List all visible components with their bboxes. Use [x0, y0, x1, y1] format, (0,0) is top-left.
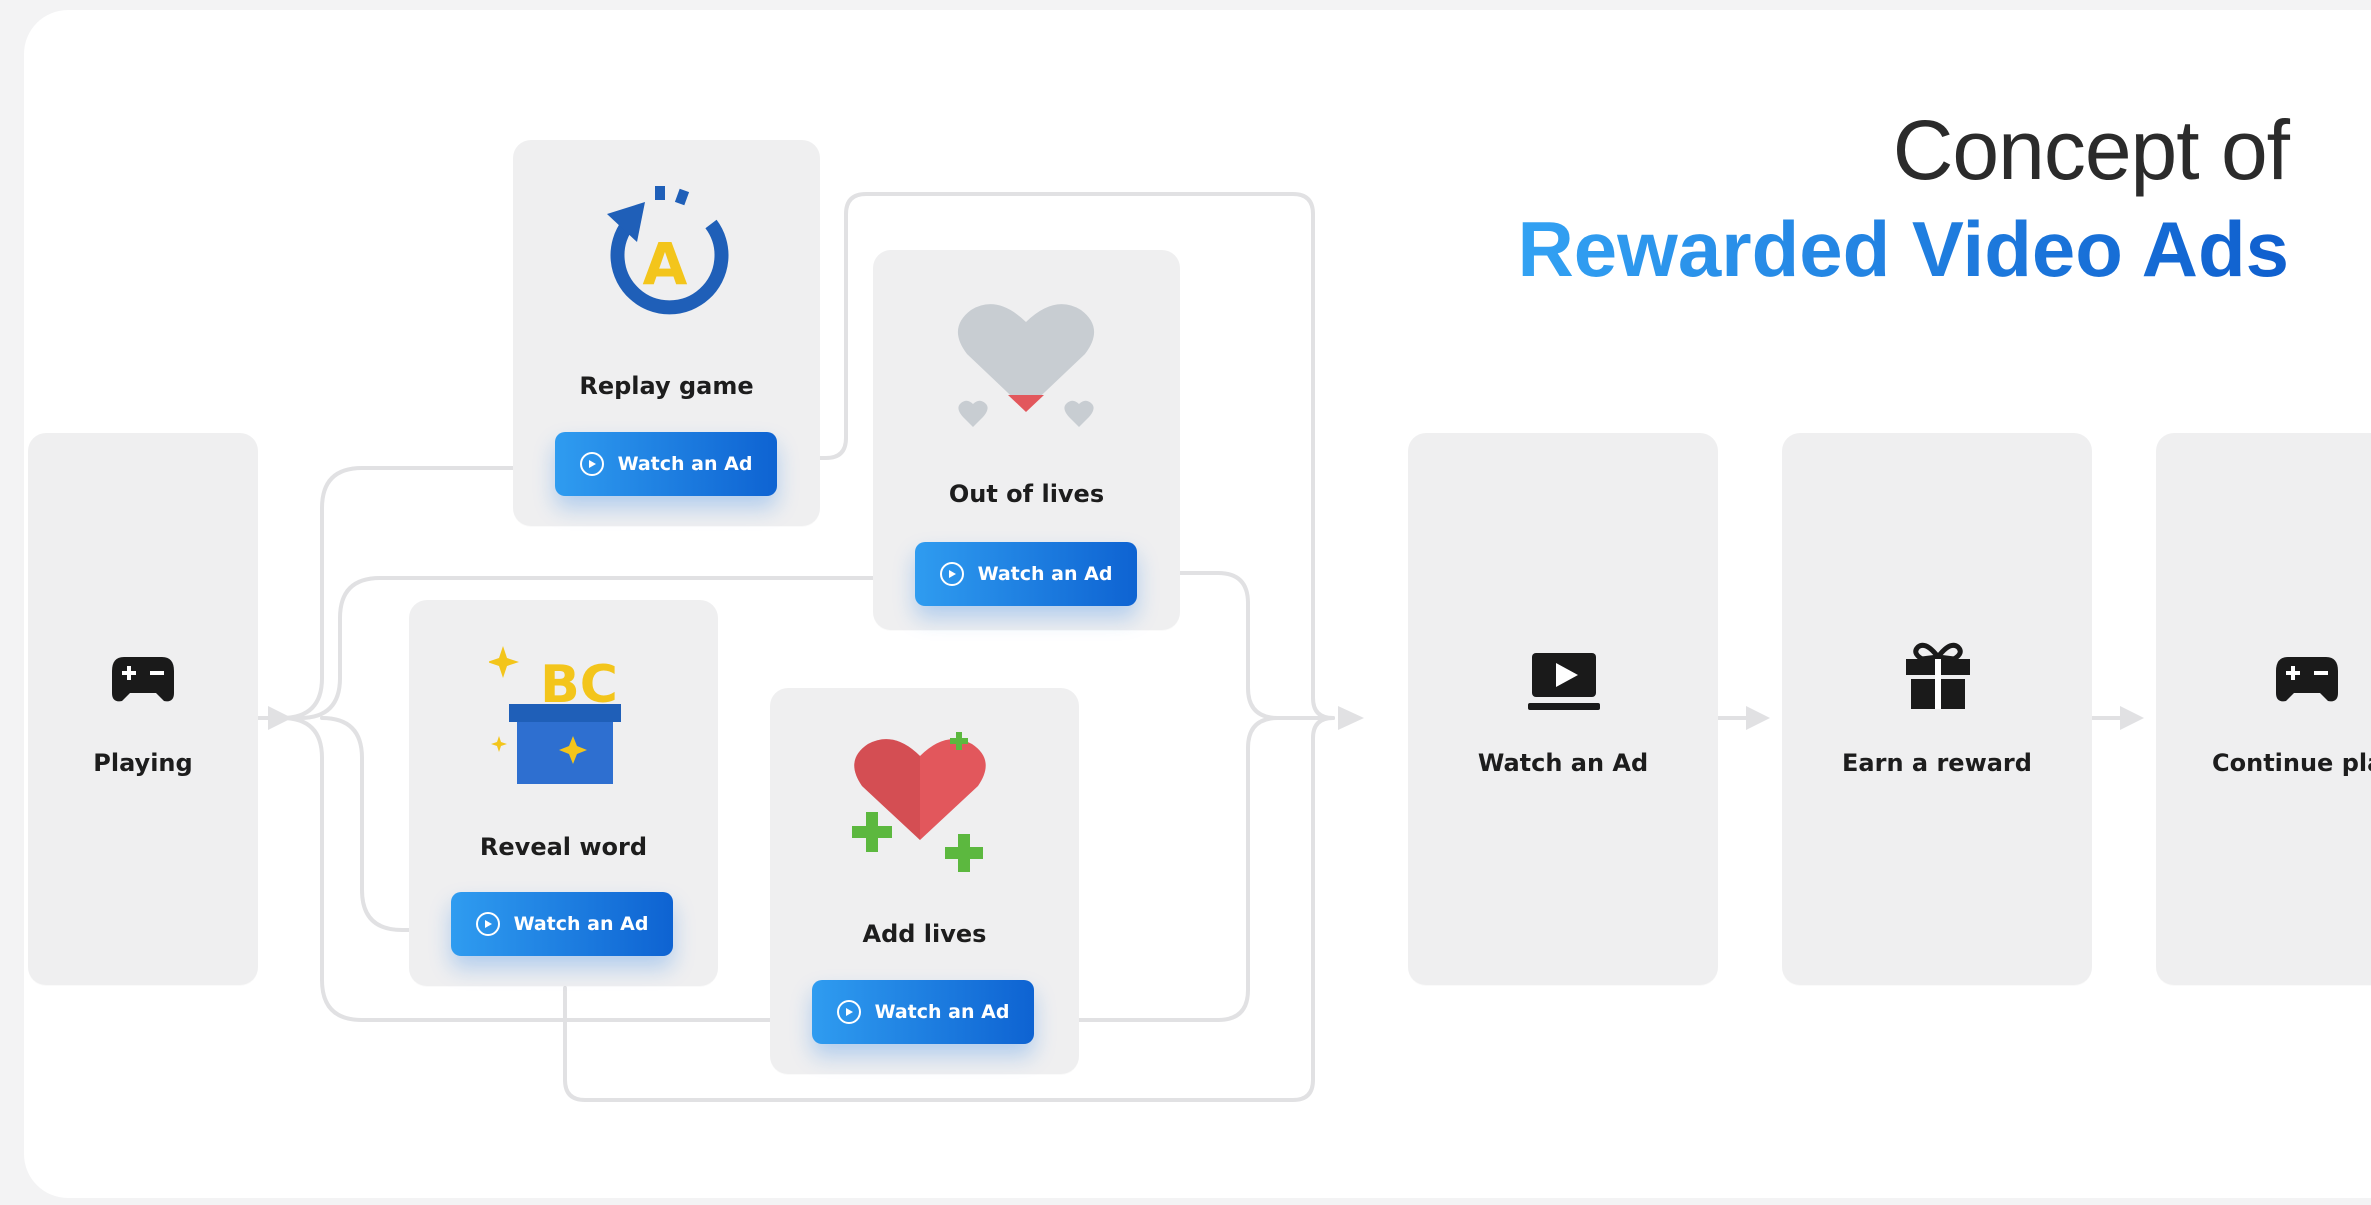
flow-label-earn-reward: Earn a reward — [1842, 749, 2032, 777]
playing-label: Playing — [93, 749, 193, 777]
play-circle-icon — [836, 1000, 861, 1024]
watch-ad-button-replay[interactable]: Watch an Ad — [555, 432, 777, 496]
flow-card-watch-ad: Watch an Ad — [1408, 433, 1718, 985]
flow-card-earn-reward: Earn a reward — [1782, 433, 2092, 985]
watch-ad-label: Watch an Ad — [874, 1001, 1010, 1023]
play-circle-icon — [939, 562, 964, 586]
watch-ad-label: Watch an Ad — [977, 563, 1113, 585]
option-label-reveal: Reveal word — [479, 833, 648, 861]
flow-card-continue-playing: Continue playing — [2156, 433, 2371, 985]
option-card-reveal: BC Reveal word Watch an Ad — [409, 600, 718, 986]
title-line-1: Concept of — [1892, 103, 2290, 197]
watch-ad-button-add-lives[interactable]: Watch an Ad — [812, 980, 1034, 1044]
option-label-add-lives: Add lives — [862, 920, 987, 948]
svg-text:A: A — [643, 230, 688, 298]
gamepad-icon — [2276, 657, 2338, 702]
watch-ad-label: Watch an Ad — [513, 913, 649, 935]
option-card-replay: A Replay game Watch an Ad — [513, 140, 820, 526]
magic-box-icon: BC — [489, 646, 621, 784]
option-card-out-of-lives: Out of lives Watch an Ad — [873, 250, 1180, 630]
watch-ad-button-out-of-lives[interactable]: Watch an Ad — [915, 542, 1137, 606]
option-label-out-of-lives: Out of lives — [948, 480, 1105, 508]
title-line-2: Rewarded Video Ads — [1517, 205, 2289, 293]
gamepad-icon — [112, 657, 174, 702]
watch-ad-label: Watch an Ad — [617, 453, 753, 475]
watch-ad-button-reveal[interactable]: Watch an Ad — [451, 892, 673, 956]
diagram-title: Concept of Rewarded Video Ads — [1517, 103, 2290, 293]
playing-card: Playing — [28, 433, 258, 985]
play-circle-icon — [475, 912, 500, 936]
flow-label-watch-ad: Watch an Ad — [1477, 749, 1649, 777]
option-card-add-lives: Add lives Watch an Ad — [770, 688, 1079, 1074]
gift-icon — [1906, 642, 1970, 709]
flow-label-continue-playing: Continue playing — [2212, 749, 2371, 777]
heart-plus-icon — [852, 732, 986, 872]
replay-icon: A — [607, 186, 729, 315]
video-play-icon — [1528, 653, 1600, 710]
play-circle-icon — [579, 452, 604, 476]
option-label-replay: Replay game — [579, 372, 754, 400]
broken-heart-icon — [957, 304, 1095, 427]
